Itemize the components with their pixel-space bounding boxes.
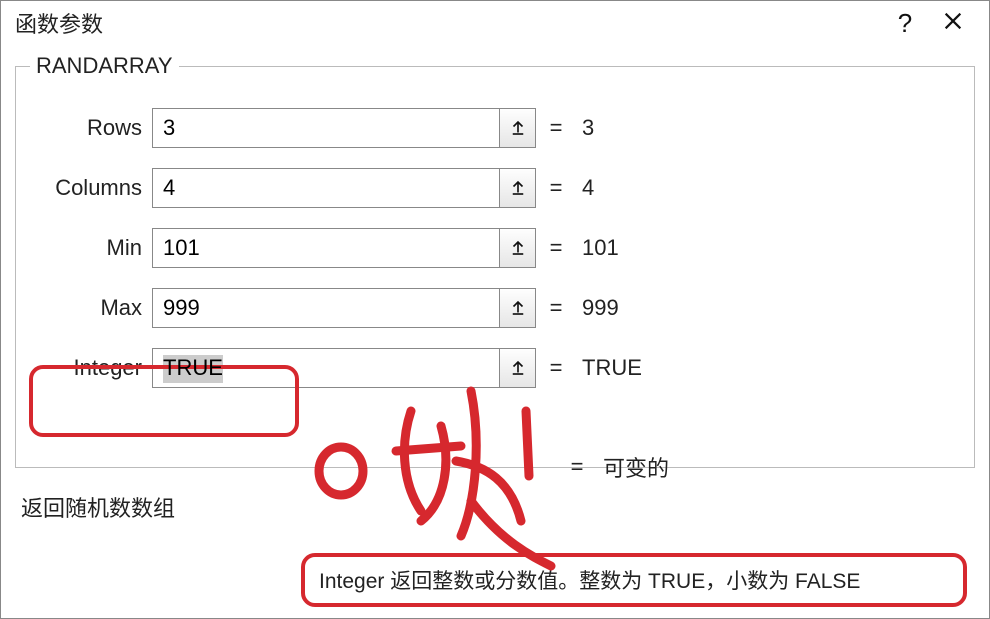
label-rows: Rows [32,115,152,141]
input-wrap-rows [152,108,536,148]
collapse-button-columns[interactable] [499,169,535,207]
label-max: Max [32,295,152,321]
function-description: 返回随机数数组 [21,491,175,523]
label-columns: Columns [32,175,152,201]
dialog-title: 函数参数 [15,7,881,39]
function-arguments-dialog: 函数参数 ? RANDARRAY Rows = 3 [0,0,990,619]
input-wrap-max [152,288,536,328]
titlebar: 函数参数 ? [1,1,989,49]
input-min[interactable] [153,229,499,267]
param-row-integer: Integer = TRUE [32,347,958,389]
group-legend: RANDARRAY [30,53,179,79]
help-button[interactable]: ? [881,8,929,39]
collapse-icon [509,239,527,257]
randarray-group: RANDARRAY Rows = 3 Columns [15,53,975,468]
result-columns: 4 [576,175,594,201]
input-columns[interactable] [153,169,499,207]
collapse-button-min[interactable] [499,229,535,267]
collapse-button-max[interactable] [499,289,535,327]
label-min: Min [32,235,152,261]
close-button[interactable] [929,8,977,39]
collapse-button-integer[interactable] [499,349,535,387]
equals: = [536,175,576,201]
overall-result-row: = 可变的 [557,451,669,483]
equals: = [536,235,576,261]
result-min: 101 [576,235,619,261]
equals: = [536,355,576,381]
collapse-icon [509,299,527,317]
overall-result: 可变的 [597,451,669,483]
collapse-icon [509,359,527,377]
param-row-min: Min = 101 [32,227,958,269]
collapse-button-rows[interactable] [499,109,535,147]
equals: = [536,115,576,141]
input-wrap-columns [152,168,536,208]
param-row-columns: Columns = 4 [32,167,958,209]
close-icon [942,10,964,32]
collapse-icon [509,119,527,137]
label-integer: Integer [32,355,152,381]
argument-hint: Integer 返回整数或分数值。整数为 TRUE，小数为 FALSE [301,553,967,607]
result-integer: TRUE [576,355,642,381]
param-row-max: Max = 999 [32,287,958,329]
equals: = [557,454,597,480]
result-rows: 3 [576,115,594,141]
equals: = [536,295,576,321]
result-max: 999 [576,295,619,321]
input-rows[interactable] [153,109,499,147]
collapse-icon [509,179,527,197]
param-row-rows: Rows = 3 [32,107,958,149]
input-integer[interactable] [153,349,499,387]
input-wrap-integer [152,348,536,388]
input-max[interactable] [153,289,499,327]
input-wrap-min [152,228,536,268]
